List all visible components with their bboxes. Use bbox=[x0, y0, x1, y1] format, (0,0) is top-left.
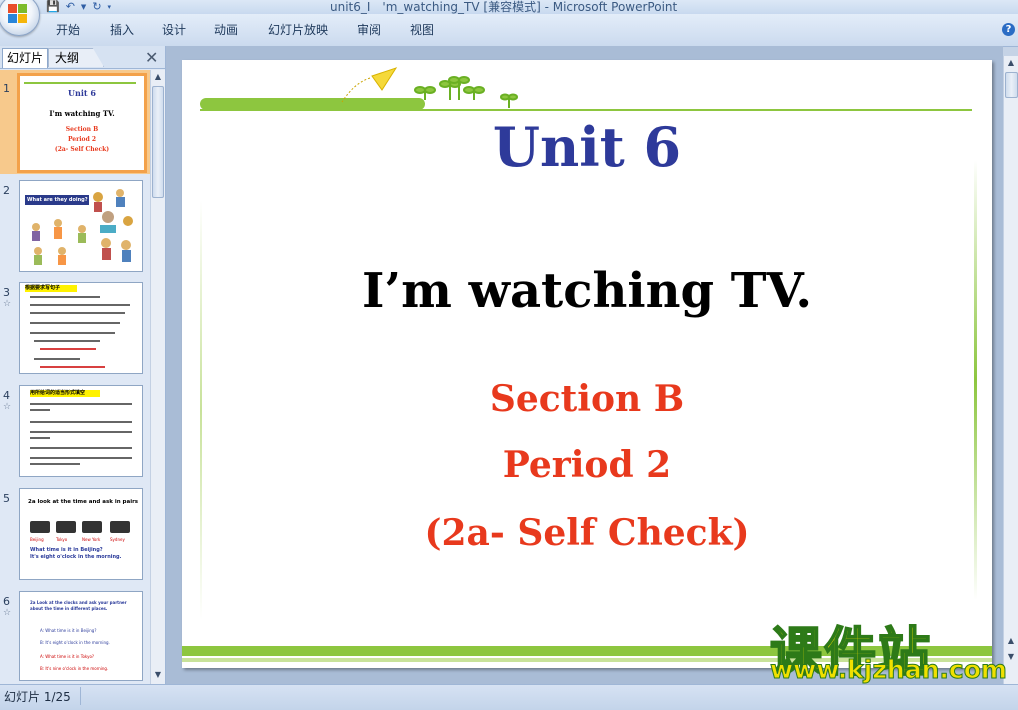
scrollbar-thumb[interactable] bbox=[1005, 72, 1018, 98]
thumb-text-lines bbox=[30, 296, 130, 368]
tab-review[interactable]: 审阅 bbox=[357, 21, 381, 38]
close-icon[interactable]: ✕ bbox=[145, 48, 158, 67]
previous-slide-icon[interactable]: ▲ bbox=[1004, 636, 1018, 645]
ribbon-tab-bar bbox=[0, 14, 1018, 47]
animation-star-icon: ☆ bbox=[3, 402, 12, 412]
thumb-period: Period 2 bbox=[67, 136, 97, 143]
slide-number: 5 bbox=[3, 492, 10, 505]
tab-home[interactable]: 开始 bbox=[56, 21, 80, 38]
redo-icon[interactable]: ↻ bbox=[92, 1, 101, 13]
window-title: unit6_I 'm_watching_TV [兼容模式] - Microsof… bbox=[330, 0, 678, 14]
undo-dropdown-icon[interactable]: ▼ bbox=[81, 1, 86, 13]
slide-thumbnail-2[interactable]: What are they doing? bbox=[19, 180, 143, 272]
thumb-clocks bbox=[30, 521, 130, 533]
slide-number: 6 bbox=[3, 595, 10, 608]
save-icon[interactable]: 💾 bbox=[46, 1, 60, 13]
customize-qat-icon[interactable]: ▾ bbox=[108, 1, 112, 13]
thumb-title: I'm watching TV. bbox=[49, 109, 115, 118]
slide-thumbnail-5[interactable]: 2a look at the time and ask in pairs Bei… bbox=[19, 488, 143, 580]
tab-design[interactable]: 设计 bbox=[162, 21, 186, 38]
office-logo-icon bbox=[8, 4, 28, 24]
watermark-url: www.kjzhan.com bbox=[770, 655, 1008, 685]
status-divider bbox=[80, 687, 81, 705]
quick-access-toolbar: 💾 ↶ ▼ ↻ ▾ bbox=[46, 0, 111, 14]
tab-animations[interactable]: 动画 bbox=[214, 21, 238, 38]
thumb-line: B: It's eight o'clock in the morning. bbox=[40, 640, 110, 645]
thumb-line: B: It's nine o'clock in the morning. bbox=[40, 666, 109, 671]
slide-thumbnail-3[interactable]: 根据要求写句子 bbox=[19, 282, 143, 374]
thumb-answer: It's eight o'clock in the morning. bbox=[30, 554, 122, 560]
thumb-green-line bbox=[24, 82, 136, 84]
slide-number: 1 bbox=[3, 82, 10, 95]
slide-title: I’m watching TV. bbox=[361, 263, 813, 319]
thumb-check: (2a- Self Check) bbox=[54, 146, 110, 153]
slide-section: Section B bbox=[489, 378, 685, 420]
thumb-city: New York bbox=[82, 537, 101, 542]
tab-view[interactable]: 视图 bbox=[410, 21, 434, 38]
slide-counter: 幻灯片 1/25 bbox=[4, 690, 71, 704]
slide-unit-heading: Unit 6 bbox=[492, 115, 682, 179]
thumb-city: Tokyo bbox=[56, 537, 68, 542]
thumb-unit: Unit 6 bbox=[68, 88, 96, 98]
slide[interactable]: Unit 6 I’m watching TV. Section B Period… bbox=[182, 60, 992, 668]
slide-period: Period 2 bbox=[502, 444, 672, 486]
question-icon[interactable]: ? bbox=[1002, 23, 1015, 36]
scroll-down-icon[interactable]: ▼ bbox=[151, 670, 165, 679]
main-vertical-scrollbar[interactable]: ▲ ▲ ▼ bbox=[1003, 56, 1018, 684]
slide-number: 2 bbox=[3, 184, 10, 197]
slide-thumbnail-1[interactable]: Unit 6 I'm watching TV. Section B Period… bbox=[17, 73, 147, 173]
animation-star-icon: ☆ bbox=[3, 608, 12, 618]
slides-pane-scrollbar[interactable]: ▲ ▼ bbox=[150, 70, 165, 684]
thumb-illustrations bbox=[32, 189, 133, 265]
thumb-header: 2a Look at the clocks and ask your partn… bbox=[30, 600, 127, 611]
slide-subtitle: (2a- Self Check) bbox=[424, 512, 750, 554]
undo-icon[interactable]: ↶ bbox=[66, 1, 75, 13]
thumb-text-lines bbox=[30, 403, 132, 465]
slide-thumbnail-4[interactable]: 用所给词的适当形式填空 bbox=[19, 385, 143, 477]
thumb-city: Beijing bbox=[30, 537, 44, 542]
scroll-up-icon[interactable]: ▲ bbox=[1004, 58, 1018, 67]
thumb-section: Section B bbox=[65, 126, 99, 133]
status-bar bbox=[0, 684, 1018, 710]
thumb-city: Sydney bbox=[110, 537, 125, 542]
thumb-line: A: What time is it in Tokyo? bbox=[40, 654, 95, 659]
slide-thumbnail-6[interactable]: 2a Look at the clocks and ask your partn… bbox=[19, 591, 143, 681]
animation-star-icon: ☆ bbox=[3, 299, 12, 309]
thumb-question: What time is it in Beijing? bbox=[30, 547, 103, 553]
tab-slides[interactable]: 幻灯片 bbox=[2, 48, 48, 68]
thumb-line: A: What time is it in Beijing? bbox=[40, 628, 97, 633]
tab-slideshow[interactable]: 幻灯片放映 bbox=[268, 21, 328, 38]
scrollbar-thumb[interactable] bbox=[152, 86, 164, 198]
scroll-up-icon[interactable]: ▲ bbox=[151, 72, 165, 81]
tab-insert[interactable]: 插入 bbox=[110, 21, 134, 38]
slide-number: 4 bbox=[3, 389, 10, 402]
slide-number: 3 bbox=[3, 286, 10, 299]
